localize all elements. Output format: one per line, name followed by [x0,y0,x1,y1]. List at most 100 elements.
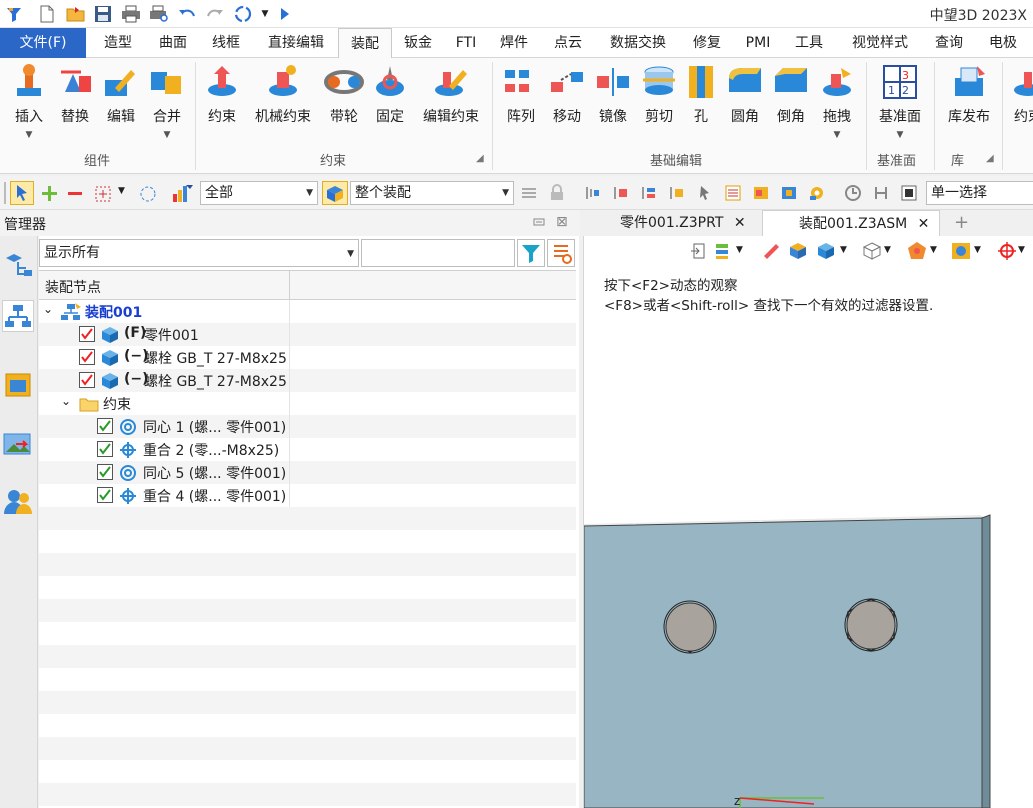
tree-row-constraint[interactable]: 同心 5 (螺... 零件001) [39,461,576,484]
library-group-launcher-icon[interactable]: ◢ [986,153,994,164]
settings-gear-icon[interactable] [808,184,826,202]
view-exit-icon[interactable] [690,242,708,264]
play-icon[interactable] [278,3,292,25]
tree-row-constraint[interactable]: 同心 1 (螺... 零件001) [39,415,576,438]
print-preview-icon[interactable] [148,3,170,25]
chevron-down-icon[interactable]: ▼ [1018,245,1025,255]
open-folder-icon[interactable] [64,3,88,25]
file-menu[interactable]: 文件(F) [0,28,86,58]
tab-part-doc[interactable]: 零件001.Z3PRT ✕ [610,210,760,236]
constraint-checkbox[interactable] [97,487,113,503]
edit-constraint-button[interactable]: 编辑约束 [416,62,486,158]
tab-electrode[interactable]: 电极 [980,28,1026,58]
belt-pulley-button[interactable]: 带轮 [322,62,366,158]
user-manager-icon[interactable] [2,486,34,518]
column-header-node[interactable]: 装配节点 [45,277,101,297]
new-file-icon[interactable] [36,3,58,25]
tab-weldment[interactable]: 焊件 [492,28,536,58]
tree-row-part[interactable]: (F) 零件001 [39,323,576,346]
constraint-checkbox[interactable] [97,464,113,480]
assembly-model[interactable]: z [584,512,1033,808]
merge-dropdown-icon[interactable]: ▼ [164,130,171,140]
select-pointer-icon[interactable] [10,181,34,205]
tree-filter-funnel-icon[interactable] [517,239,545,267]
remove-icon[interactable] [66,184,84,202]
chevron-down-icon[interactable]: ▼ [974,245,981,255]
filter-combo[interactable]: 全部 ▼ [200,181,318,205]
filter-icon[interactable] [172,184,194,202]
tab-sheetmetal[interactable]: 钣金 [396,28,440,58]
view-orientation-icon[interactable] [862,242,882,264]
print-icon[interactable] [120,3,142,25]
select-components-icon[interactable] [668,184,686,202]
scope-combo[interactable]: 整个装配 ▼ [350,181,514,205]
pick-lock-icon[interactable] [548,184,566,202]
drag-button[interactable]: 拖拽 ▼ [814,62,860,158]
tree-row-constraints-folder[interactable]: ⌄ 约束 [39,392,576,415]
tab-point-cloud[interactable]: 点云 [546,28,590,58]
tab-wireframe[interactable]: 线框 [204,28,248,58]
tree-row-constraint[interactable]: 重合 4 (螺... 零件001) [39,484,576,507]
visibility-checkbox[interactable] [79,372,95,388]
hole-button[interactable]: 孔 [682,62,720,158]
library-publish-button[interactable]: 库发布 [940,62,998,158]
view-manager-icon[interactable] [2,368,34,400]
constraint-button-2[interactable]: 约束 [1008,62,1033,158]
close-tab-icon[interactable]: ✕ [918,216,930,232]
tree-row-constraint[interactable]: 重合 2 (零...-M8x25) [39,438,576,461]
tab-query[interactable]: 查询 [926,28,972,58]
tree-search-input[interactable] [361,239,515,267]
tree-row-bolt[interactable]: (−) 螺栓 GB_T 27-M8x25 [39,346,576,369]
stop-icon[interactable] [900,184,918,202]
select-edges-icon[interactable] [612,184,630,202]
drag-dropdown-icon[interactable]: ▼ [834,130,841,140]
constraint-button[interactable]: 约束 [198,62,246,158]
fix-button[interactable]: 固定 [368,62,412,158]
constraint-checkbox[interactable] [97,441,113,457]
fillet-button[interactable]: 圆角 [722,62,768,158]
collapse-chevron-icon[interactable]: ⌄ [61,394,71,408]
appearance-icon[interactable] [906,241,928,265]
dimension-icon[interactable] [872,184,890,202]
redo-icon[interactable] [204,3,226,25]
tab-data-exchange[interactable]: 数据交换 [600,28,676,58]
visibility-checkbox[interactable] [79,326,95,342]
constraint-group-launcher-icon[interactable]: ◢ [476,153,484,164]
visibility-checkbox[interactable] [79,349,95,365]
refresh-icon[interactable] [232,3,254,25]
layer-icon[interactable] [714,242,736,264]
save-icon[interactable] [92,3,114,25]
tab-surface[interactable]: 曲面 [150,28,196,58]
collapse-chevron-icon[interactable]: ⌄ [43,302,53,316]
tree-row-root[interactable]: ⌄ 装配001 [39,300,576,323]
catalog-icon[interactable] [752,184,770,202]
select-faces-icon[interactable] [584,184,602,202]
add-icon[interactable] [40,184,58,202]
app-logo-icon[interactable] [2,3,26,25]
pick-filter-icon[interactable] [520,184,538,202]
bolt-head-right[interactable] [844,598,898,652]
chevron-down-icon[interactable]: ▼ [884,245,891,255]
insert-dropdown-icon[interactable]: ▼ [26,130,33,140]
pattern-button[interactable]: 阵列 [498,62,544,158]
pointer-icon[interactable] [696,184,714,202]
display-filter-combo[interactable]: 显示所有 ▼ [39,239,359,267]
close-panel-icon[interactable]: ⊠ [556,214,568,230]
3d-viewport[interactable]: ▼ ▼ ▼ ▼ ▼ ▼ 按下<F2>动态的观察 <F8>或者<Shift-rol… [583,236,1033,808]
tab-modeling[interactable]: 造型 [94,28,142,58]
image-manager-icon[interactable] [2,428,34,460]
edit-component-button[interactable]: 编辑 [98,62,144,158]
select-mode-combo[interactable]: 单一选择 [926,181,1033,205]
chamfer-button[interactable]: 倒角 [768,62,814,158]
tab-assembly[interactable]: 装配 [338,28,392,59]
chevron-down-icon[interactable]: ▼ [840,245,847,255]
tree-row-bolt[interactable]: (−) 螺栓 GB_T 27-M8x25 [39,369,576,392]
merge-button[interactable]: 合并 ▼ [144,62,190,158]
select-parts-icon[interactable] [640,184,658,202]
mechanical-constraint-button[interactable]: 机械约束 [250,62,316,158]
undo-icon[interactable] [176,3,198,25]
constraint-checkbox[interactable] [97,418,113,434]
chevron-down-icon[interactable]: ▼ [930,245,937,255]
list-icon[interactable] [724,184,742,202]
datum-plane-button[interactable]: 312 基准面 ▼ [872,62,928,158]
